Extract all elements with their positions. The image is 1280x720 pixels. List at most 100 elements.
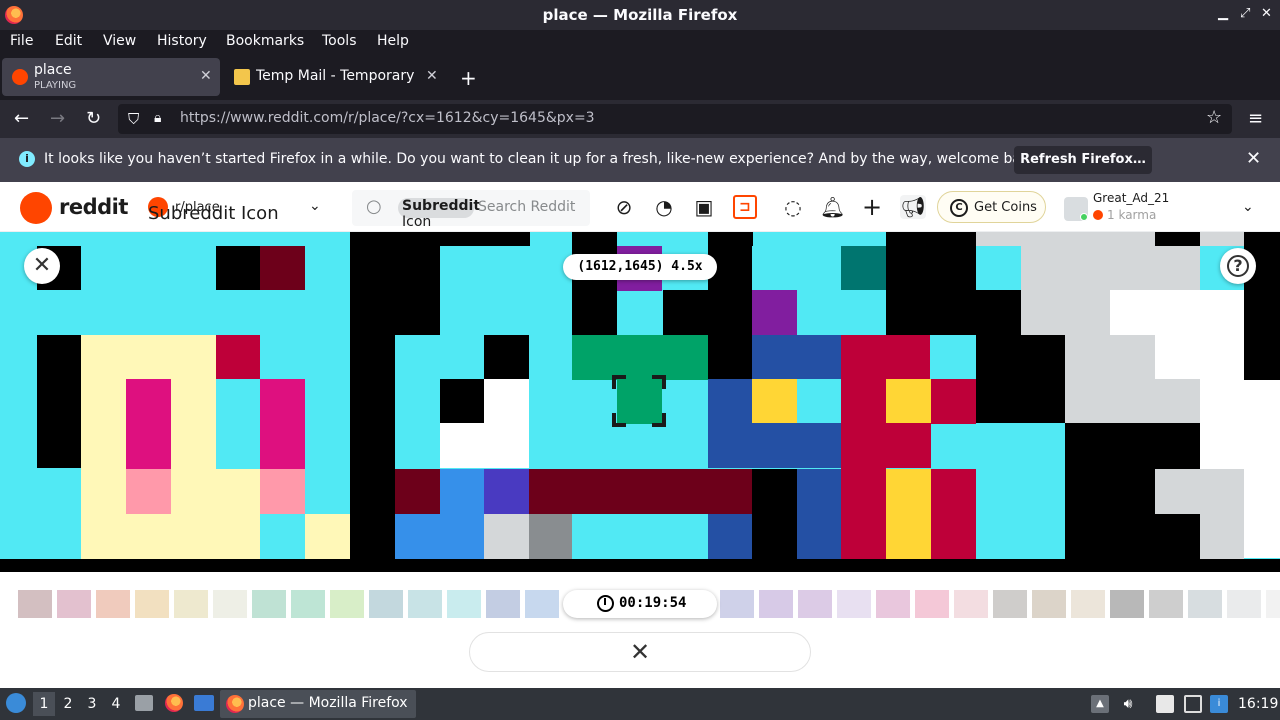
tab-close-icon[interactable]: ✕ (200, 68, 212, 84)
pixel[interactable] (841, 246, 886, 290)
desktop-icon[interactable] (194, 695, 214, 711)
pixel[interactable] (395, 246, 440, 335)
pixel[interactable] (440, 379, 484, 423)
start-menu-icon[interactable] (6, 693, 26, 713)
palette-swatch[interactable] (954, 590, 988, 618)
menu-help[interactable]: Help (377, 33, 409, 49)
pixel[interactable] (886, 379, 931, 424)
hamburger-menu-icon[interactable]: ≡ (1248, 108, 1263, 129)
menu-bookmarks[interactable]: Bookmarks (226, 33, 304, 49)
pixel[interactable] (752, 469, 797, 572)
pixel[interactable] (484, 335, 529, 380)
palette-swatch[interactable] (330, 590, 364, 618)
reddit-live-icon[interactable]: ▣ (692, 195, 716, 219)
pixel-grid[interactable] (0, 232, 1280, 572)
pixel[interactable] (1200, 232, 1244, 246)
pixel[interactable] (81, 469, 126, 559)
pixel[interactable] (529, 514, 572, 559)
pixel[interactable] (1155, 335, 1244, 380)
network-icon[interactable]: i (1210, 695, 1228, 713)
palette-swatch[interactable] (18, 590, 52, 618)
pixel[interactable] (1200, 469, 1244, 559)
palette-swatch[interactable] (759, 590, 793, 618)
pixel[interactable] (976, 423, 1065, 559)
pixel[interactable] (126, 379, 171, 469)
file-manager-icon[interactable] (135, 695, 153, 711)
pixel[interactable] (1155, 469, 1200, 514)
back-icon[interactable]: ← (14, 108, 29, 129)
pixel[interactable] (841, 335, 930, 380)
pixel[interactable] (841, 379, 886, 559)
palette-swatch[interactable] (837, 590, 871, 618)
pixel[interactable] (1244, 232, 1280, 246)
restore-icon[interactable]: ⤢ (1240, 6, 1250, 21)
pixel[interactable] (305, 514, 350, 559)
refresh-firefox-button[interactable]: Refresh Firefox… (1014, 146, 1152, 174)
shield-icon[interactable]: ⛉ (128, 110, 139, 128)
palette-swatch[interactable] (1188, 590, 1222, 618)
popular-icon[interactable]: ⊘ (612, 195, 636, 219)
place-canvas[interactable]: ✕ (1612,1645) 4.5x ? (0, 232, 1280, 572)
menu-file[interactable]: File (10, 33, 33, 49)
pixel[interactable] (395, 514, 484, 559)
pixel[interactable] (663, 290, 708, 335)
pixel[interactable] (572, 335, 708, 380)
tab-temp-mail[interactable]: Temp Mail - Temporary D ✕ (224, 58, 448, 96)
community-dropdown-chevron-icon[interactable]: ⌄ (309, 198, 321, 214)
reddit-logo-icon[interactable] (20, 192, 52, 224)
palette-swatch[interactable] (174, 590, 208, 618)
palette-swatch[interactable] (876, 590, 910, 618)
palette-swatch[interactable] (252, 590, 286, 618)
menu-edit[interactable]: Edit (55, 33, 82, 49)
palette-swatch[interactable] (408, 590, 442, 618)
all-icon[interactable]: ◔ (652, 195, 676, 219)
new-tab-icon[interactable]: + (460, 66, 477, 90)
pixel[interactable] (1110, 290, 1245, 335)
palette-swatch[interactable] (798, 590, 832, 618)
pixel[interactable] (216, 335, 260, 379)
pixel[interactable] (171, 469, 260, 559)
pixel[interactable] (260, 379, 305, 469)
pixel[interactable] (617, 379, 662, 424)
pixel[interactable] (529, 469, 752, 514)
pixel[interactable] (886, 423, 931, 468)
url-bar[interactable]: ⛉ 🔒︎ https://www.reddit.com/r/place/?cx=… (118, 104, 1232, 134)
pixel[interactable] (708, 232, 753, 246)
taskbar-firefox-window[interactable]: place — Mozilla Firefox (220, 690, 416, 718)
pixel[interactable] (708, 379, 753, 468)
palette-swatch[interactable] (993, 590, 1027, 618)
pixel[interactable] (395, 469, 440, 514)
palette-swatch[interactable] (1071, 590, 1105, 618)
palette-swatch[interactable] (291, 590, 325, 618)
bookmark-star-icon[interactable]: ☆ (1206, 107, 1222, 128)
menu-tools[interactable]: Tools (322, 33, 357, 49)
palette-swatch[interactable] (213, 590, 247, 618)
palette-swatch[interactable] (720, 590, 754, 618)
palette-swatch[interactable] (915, 590, 949, 618)
pixel[interactable] (260, 469, 305, 514)
close-window-icon[interactable]: ✕ (1261, 6, 1272, 21)
get-coins-button[interactable]: C Get Coins (937, 191, 1046, 223)
user-menu[interactable]: Great_Ad_21 1 karma ⌄ (1064, 187, 1264, 229)
notifications-icon[interactable]: 🔔︎ (820, 195, 845, 219)
palette-swatch[interactable] (1032, 590, 1066, 618)
pixel[interactable] (395, 232, 440, 246)
palette-swatch[interactable] (1149, 590, 1183, 618)
help-button[interactable]: ? (1220, 248, 1256, 284)
pixel[interactable] (484, 514, 529, 559)
palette-swatch[interactable] (135, 590, 169, 618)
tray-arrow-icon[interactable]: ▲ (1091, 695, 1109, 713)
place-icon[interactable]: ⊐ (733, 195, 757, 219)
pixel[interactable] (886, 469, 931, 559)
pixel[interactable] (1155, 232, 1200, 246)
workspace-1[interactable]: 1 (33, 692, 55, 716)
firefox-launcher-icon[interactable] (165, 694, 183, 712)
pixel[interactable] (1021, 246, 1065, 335)
pixel[interactable] (37, 335, 81, 468)
minimize-icon[interactable]: ▁ (1218, 6, 1228, 21)
palette-swatch[interactable] (57, 590, 91, 618)
close-canvas-button[interactable]: ✕ (24, 248, 60, 284)
user-dropdown-chevron-icon[interactable]: ⌄ (1242, 199, 1254, 215)
workspace-4[interactable]: 4 (105, 692, 127, 716)
pixel[interactable] (752, 290, 797, 335)
